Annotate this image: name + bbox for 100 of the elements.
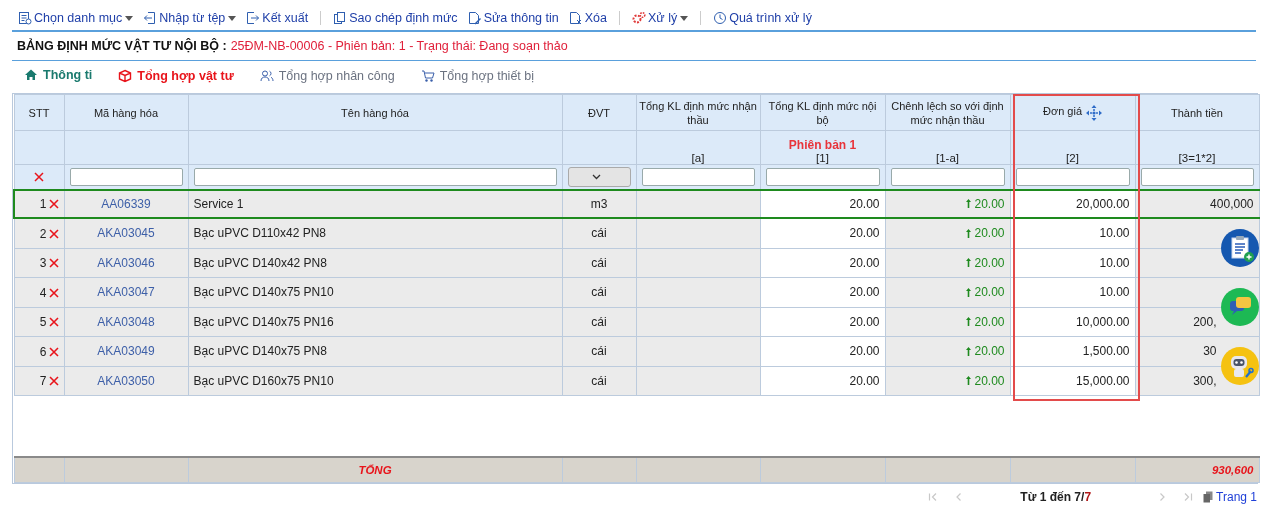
item-code-link[interactable]: AKA03049	[64, 336, 188, 366]
toolbar-button[interactable]: Xóa	[566, 11, 609, 25]
caret-icon	[228, 15, 237, 21]
row-number: 4	[39, 285, 47, 300]
tab[interactable]: Tổng hợp thiết bị	[420, 68, 534, 85]
caret-icon	[125, 15, 134, 21]
price-cell[interactable]: 10,000.00	[1010, 307, 1135, 337]
up-arrow-icon	[966, 287, 972, 297]
delete-row-icon	[48, 258, 59, 269]
toolbar-button[interactable]: Xử lý	[629, 11, 691, 25]
quantity-cell[interactable]: 20.00	[760, 366, 885, 396]
item-code-link[interactable]: AKA03045	[64, 218, 188, 248]
quantity-cell[interactable]: 20.00	[760, 277, 885, 307]
price-cell[interactable]: 1,500.00	[1010, 336, 1135, 366]
item-code-link[interactable]: AKA03050	[64, 366, 188, 396]
difference-value: 20.00	[966, 373, 1005, 388]
people-icon	[259, 68, 274, 83]
quantity-cell[interactable]: 20.00	[760, 190, 885, 218]
caret-icon	[680, 15, 689, 21]
document-status: 25ĐM-NB-00006 - Phiên bản: 1 - Trạng thái: Đang soạn thảo	[230, 39, 568, 53]
column-header: Chênh lệch so với định mức nhận thầu	[885, 94, 1010, 131]
up-arrow-icon	[966, 346, 972, 356]
up-arrow-icon	[966, 258, 972, 267]
up-arrow-icon	[966, 317, 972, 326]
toolbar-button[interactable]: Quá trình xử lý	[711, 11, 814, 25]
tab[interactable]: Tổng hợp nhân công	[259, 68, 395, 85]
column-header: Đơn giá	[1010, 94, 1135, 131]
table-cell: Service 1	[188, 190, 562, 218]
price-cell[interactable]: 15,000.00	[1010, 366, 1135, 396]
row-number: 7	[39, 374, 47, 389]
row-number: 1	[39, 197, 47, 212]
table-cell: Bạc uPVC D140x75 PN10	[188, 277, 562, 307]
price-cell[interactable]: 10.00	[1010, 218, 1135, 248]
row-number: 3	[39, 256, 47, 271]
gears-icon	[631, 11, 646, 25]
difference-value: 20.00	[966, 226, 1005, 240]
total-label: TỔNG	[188, 457, 562, 483]
row-number: 2	[39, 226, 47, 241]
tab[interactable]: Thông ti	[24, 67, 93, 86]
column-header: STT	[14, 94, 64, 131]
filter-field[interactable]	[641, 168, 755, 186]
price-cell[interactable]: 10.00	[1010, 248, 1135, 278]
export-icon	[246, 11, 261, 25]
filter-field[interactable]	[1015, 168, 1130, 186]
toolbar-button[interactable]: Chọn danh mục	[16, 11, 136, 25]
pages-icon	[1203, 491, 1214, 503]
filter-dropdown[interactable]	[567, 167, 631, 187]
up-arrow-icon	[966, 228, 972, 238]
difference-value: 20.00	[966, 255, 1005, 270]
table-cell: Bạc uPVC D110x42 PN8	[188, 218, 562, 248]
column-header: Tổng KL định mức nhận thầu	[636, 94, 760, 131]
filter-field[interactable]	[193, 168, 557, 186]
item-code-link[interactable]: AKA03046	[64, 248, 188, 278]
toolbar-button[interactable]: Sửa thông tin	[465, 11, 561, 25]
filter-field[interactable]	[765, 168, 880, 186]
toolbar-button[interactable]: Kết xuất	[244, 11, 311, 25]
toolbar-button[interactable]: Sao chép định mức	[331, 11, 460, 25]
delete-row-icon	[48, 199, 59, 210]
item-code-link[interactable]: AKA03047	[64, 277, 188, 307]
import-icon	[143, 11, 158, 25]
table-cell: cái	[562, 366, 636, 396]
column-header: ĐVT	[562, 94, 636, 131]
grand-total: 930,600	[1135, 457, 1259, 483]
table-cell: 400,000	[1135, 190, 1259, 218]
delete-row-icon	[48, 376, 59, 387]
column-header: Thành tiền	[1135, 94, 1259, 131]
delete-row-icon	[48, 317, 59, 328]
column-formula: [2]	[1066, 152, 1079, 164]
difference-value: 20.00	[966, 196, 1005, 211]
toolbar-button[interactable]: Nhập từ tệp	[141, 11, 239, 25]
delete-row-icon	[48, 228, 59, 239]
table-cell: m3	[562, 190, 636, 218]
quantity-cell[interactable]: 20.00	[760, 307, 885, 337]
document-edit-icon	[467, 11, 482, 25]
price-cell[interactable]: 20,000.00	[1010, 190, 1135, 218]
cart-icon	[420, 68, 435, 83]
item-code-link[interactable]: AKA03048	[64, 307, 188, 337]
table-cell: Bạc uPVC D140x42 PN8	[188, 248, 562, 278]
price-cell[interactable]: 10.00	[1010, 277, 1135, 307]
column-formula: [1]	[816, 152, 829, 164]
up-arrow-icon	[966, 376, 972, 385]
row-number: 5	[39, 315, 47, 330]
list-icon	[18, 11, 32, 25]
tab[interactable]: Tổng hợp vật tư	[118, 68, 234, 85]
table-cell: Bạc uPVC D140x75 PN8	[188, 336, 562, 366]
table-cell: Bạc uPVC D140x75 PN16	[188, 307, 562, 337]
filter-field[interactable]	[890, 168, 1005, 186]
column-formula: [3=1*2]	[1178, 152, 1216, 164]
item-code-link[interactable]: AA06339	[64, 190, 188, 218]
column-formula: [a]	[691, 152, 705, 164]
filter-field[interactable]	[69, 168, 183, 186]
page-range: Từ 1 đến 7/7	[1020, 490, 1092, 504]
quantity-cell[interactable]: 20.00	[760, 218, 885, 248]
difference-value: 20.00	[966, 344, 1005, 358]
difference-value: 20.00	[966, 285, 1005, 299]
filter-field[interactable]	[1140, 168, 1254, 186]
quantity-cell[interactable]: 20.00	[760, 336, 885, 366]
page-link[interactable]: Trang 1	[1203, 490, 1257, 504]
document-delete-icon	[568, 11, 583, 25]
quantity-cell[interactable]: 20.00	[760, 248, 885, 278]
